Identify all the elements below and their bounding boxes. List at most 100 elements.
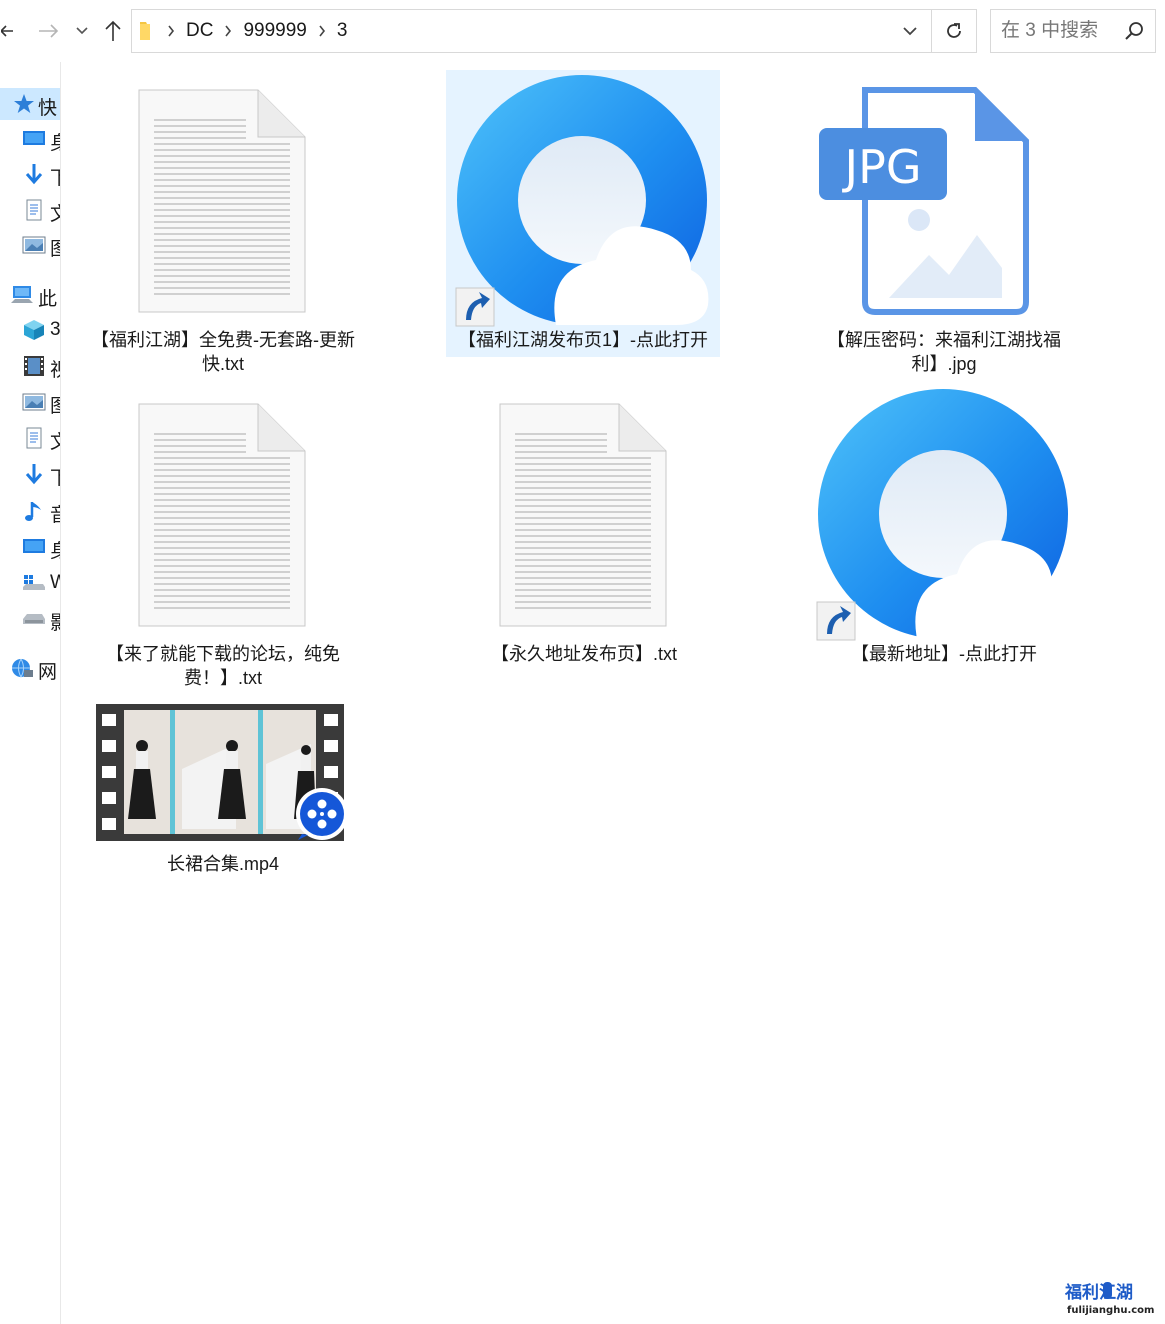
sidebar-item-documents[interactable]: 文 (0, 194, 60, 226)
breadcrumb-separator-icon (158, 10, 184, 52)
address-history-button[interactable] (897, 18, 923, 44)
sidebar-item-network[interactable]: 网 (0, 652, 60, 684)
sidebar-item-label: 图 (50, 391, 60, 418)
text-file-icon (86, 384, 360, 642)
svg-text:福利江湖: 福利江湖 (1065, 1282, 1133, 1303)
jpg-file-icon: JPG (807, 70, 1081, 328)
sidebar-item-label: 下 (50, 163, 60, 190)
windows-drive-icon (22, 571, 46, 595)
file-name: 【永久地址发布页】.txt (490, 644, 677, 664)
navigation-pane: 快 身 下 文 图 此 3 视 图 文 下 音 (0, 62, 61, 1324)
file-name: 【福利江湖】全免费-无套路-更新快.txt (91, 330, 355, 374)
drive-icon (22, 607, 46, 631)
back-arrow-icon (1, 25, 13, 37)
star-icon (12, 92, 36, 116)
sidebar-item-label: 身 (50, 536, 60, 563)
sidebar-item-quick-access[interactable]: 快 (0, 88, 60, 120)
sidebar-item-this-pc[interactable]: 此 (0, 279, 60, 311)
watermark-logo: 福利江湖 fulijianghu.com (1064, 1278, 1157, 1318)
file-item[interactable]: 【永久地址发布页】.txt (447, 384, 721, 694)
sidebar-item-label: 网 (38, 662, 58, 683)
sidebar-item-label: 影 (50, 608, 60, 635)
picture-icon (22, 233, 46, 257)
download-icon (22, 462, 46, 486)
sidebar-item-label: 下 (50, 463, 60, 490)
search-box[interactable] (990, 9, 1156, 53)
breadcrumb-separator-icon (309, 10, 335, 52)
video-icon (22, 354, 46, 378)
desktop-icon (22, 127, 46, 151)
file-name: 【最新地址】-点此打开 (851, 644, 1037, 664)
file-item[interactable]: JPG 【解压密码：来福利江湖找福利】.jpg (807, 70, 1081, 380)
search-input[interactable] (991, 10, 1125, 52)
qq-browser-shortcut-icon (807, 384, 1081, 642)
computer-icon (10, 283, 34, 307)
qq-browser-shortcut-icon (446, 70, 720, 328)
sidebar-item-label: 身 (50, 128, 60, 155)
navigation-toolbar: DC 999999 3 (0, 0, 1165, 62)
file-name: 【解压密码：来福利江湖找福利】.jpg (827, 330, 1061, 374)
forward-arrow-icon (39, 24, 59, 38)
refresh-icon (947, 23, 961, 38)
refresh-button[interactable] (931, 9, 977, 53)
sidebar-item-downloads[interactable]: 下 (0, 158, 60, 190)
file-name: 【福利江湖发布页1】-点此打开 (457, 330, 708, 350)
breadcrumb-item[interactable]: 999999 (241, 20, 308, 42)
sidebar-item-desktop[interactable]: 身 (0, 531, 60, 563)
sidebar-item-label: 音 (50, 500, 60, 527)
search-icon[interactable] (1123, 19, 1147, 43)
file-item-selected[interactable]: 【福利江湖发布页1】-点此打开 (446, 70, 720, 357)
breadcrumb: DC 999999 3 (132, 10, 349, 52)
file-item[interactable]: 【福利江湖】全免费-无套路-更新快.txt (86, 70, 360, 380)
sidebar-item-label: 文 (50, 427, 60, 454)
sidebar-item-label: 3 (50, 319, 61, 340)
file-name: 【来了就能下载的论坛，纯免费！】.txt (106, 644, 340, 688)
sidebar-item-label: 文 (50, 199, 60, 226)
desktop-icon (22, 535, 46, 559)
breadcrumb-separator-icon (215, 10, 241, 52)
chevron-down-icon (76, 27, 88, 35)
text-file-icon (86, 70, 360, 328)
file-name: 长裙合集.mp4 (166, 854, 280, 874)
sidebar-item-label: 快 (38, 98, 58, 119)
svg-text:fulijianghu.com: fulijianghu.com (1067, 1305, 1154, 1316)
up-button[interactable] (100, 14, 126, 48)
sidebar-item-videos[interactable]: 视 (0, 350, 60, 382)
sidebar-item-music[interactable]: 音 (0, 495, 60, 527)
network-icon (10, 656, 34, 680)
sidebar-item-label: W (50, 572, 60, 594)
sidebar-item-3d-objects[interactable]: 3 (0, 314, 60, 346)
folder-icon (132, 20, 158, 42)
music-icon (22, 499, 46, 523)
sidebar-item-pictures[interactable]: 图 (0, 386, 60, 418)
picture-icon (22, 390, 46, 414)
address-bar[interactable]: DC 999999 3 (131, 9, 932, 53)
sidebar-item-documents[interactable]: 文 (0, 422, 60, 454)
breadcrumb-item[interactable]: DC (184, 20, 215, 42)
text-file-icon (447, 384, 721, 642)
file-list: 【福利江湖】全免费-无套路-更新快.txt 【福利江湖发布页1】-点此打开 JP… (61, 62, 1165, 1324)
up-arrow-icon (105, 20, 121, 41)
sidebar-item-label: 此 (38, 289, 58, 310)
sidebar-item-desktop[interactable]: 身 (0, 123, 60, 155)
breadcrumb-item[interactable]: 3 (335, 20, 350, 42)
recent-locations-button[interactable] (72, 14, 92, 48)
chevron-down-icon (903, 26, 917, 35)
file-item[interactable]: 长裙合集.mp4 (86, 694, 360, 884)
video-thumbnail-icon (86, 694, 360, 844)
sidebar-item-pictures[interactable]: 图 (0, 229, 60, 261)
sidebar-item-drive[interactable]: 影 (0, 603, 60, 635)
back-button[interactable] (0, 14, 22, 48)
sidebar-item-label: 图 (50, 234, 60, 261)
cube-3d-icon (22, 318, 46, 342)
document-icon (22, 426, 46, 450)
download-icon (22, 162, 46, 186)
forward-button[interactable] (34, 14, 62, 48)
sidebar-item-label: 视 (50, 355, 60, 382)
file-item[interactable]: 【来了就能下载的论坛，纯免费！】.txt (86, 384, 360, 694)
jpg-badge-label: JPG (842, 140, 922, 194)
sidebar-item-downloads[interactable]: 下 (0, 458, 60, 490)
sidebar-item-windows-drive[interactable]: W (0, 567, 60, 599)
file-item[interactable]: 【最新地址】-点此打开 (807, 384, 1081, 674)
document-icon (22, 198, 46, 222)
